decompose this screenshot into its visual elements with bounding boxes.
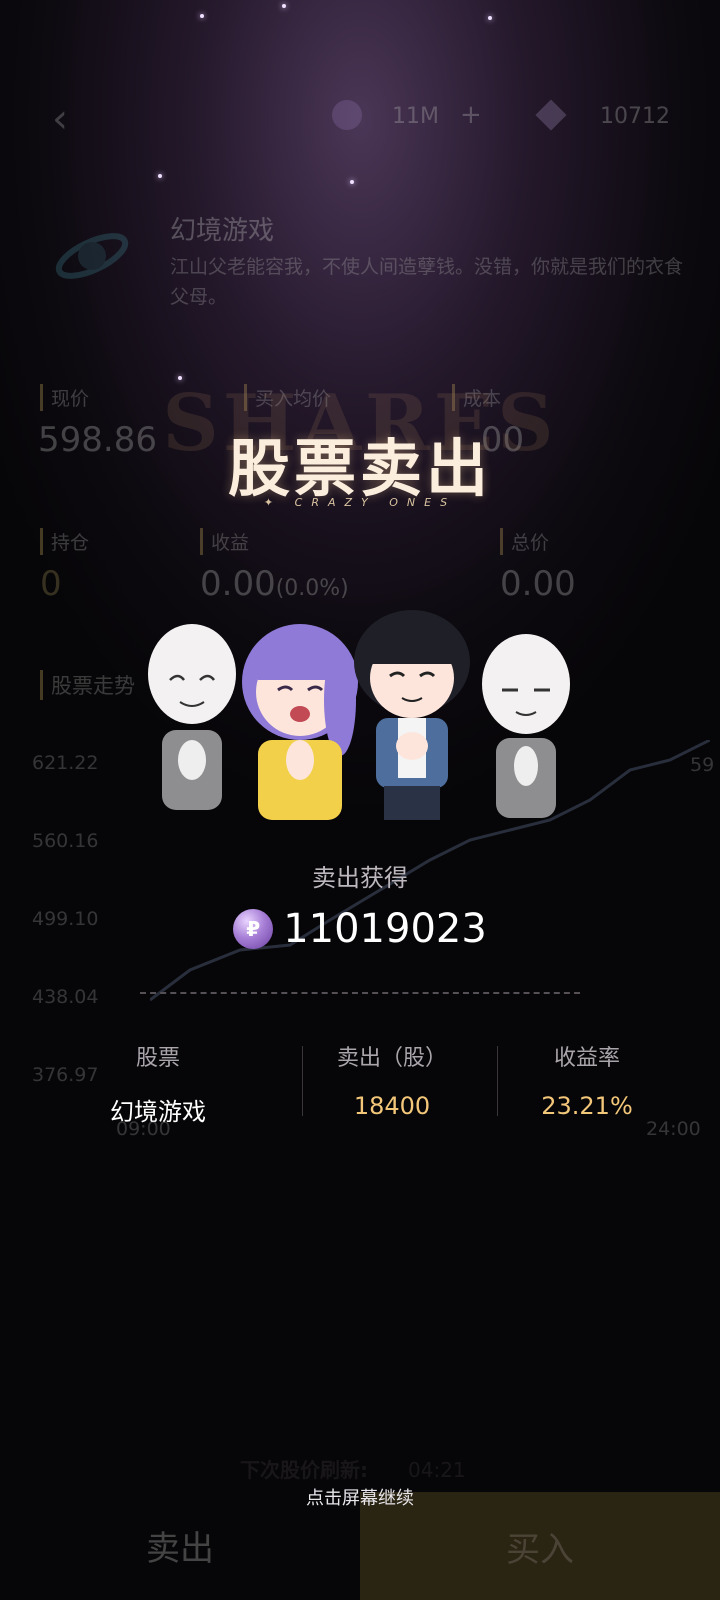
sparkle-icon <box>158 174 162 178</box>
purple-coin-icon: ₽ <box>233 909 274 949</box>
column-header: 收益率 <box>553 1046 620 1071</box>
sparkle-icon <box>200 14 204 18</box>
chibi-characters-image <box>148 610 570 820</box>
dialog-subtitle: ✦ CRAZY ONES <box>263 496 457 509</box>
result-column-stock: 股票 幻境游戏 <box>58 1040 258 1127</box>
sparkle-icon <box>282 4 286 8</box>
screen[interactable]: ‹ 11M + 10712 幻境游戏 江山父老能容我，不使人间造孽钱。没错，你就… <box>0 0 720 1600</box>
result-column-return-rate: 收益率 23.21% <box>487 1040 687 1120</box>
column-value: 18400 <box>353 1092 431 1120</box>
column-header: 卖出（股） <box>336 1046 447 1071</box>
earn-value: 11019023 <box>283 906 487 952</box>
column-header: 股票 <box>135 1046 180 1071</box>
column-value: 23.21% <box>541 1092 633 1120</box>
sell-result-overlay[interactable]: SHARES 股票卖出 ✦ CRAZY ONES 卖出获得 ₽ 11019023… <box>0 0 720 1600</box>
dialog-title: 股票卖出 <box>227 432 492 505</box>
tap-to-continue[interactable]: 点击屏幕继续 <box>0 1484 720 1510</box>
column-value: 幻境游戏 <box>110 1098 206 1126</box>
dashed-divider <box>140 992 580 994</box>
earn-row: ₽ 11019023 <box>0 906 720 952</box>
sparkle-icon <box>488 16 492 20</box>
result-column-shares-sold: 卖出（股） 18400 <box>292 1040 492 1120</box>
sparkle-icon <box>350 180 354 184</box>
earn-label: 卖出获得 <box>312 864 408 892</box>
